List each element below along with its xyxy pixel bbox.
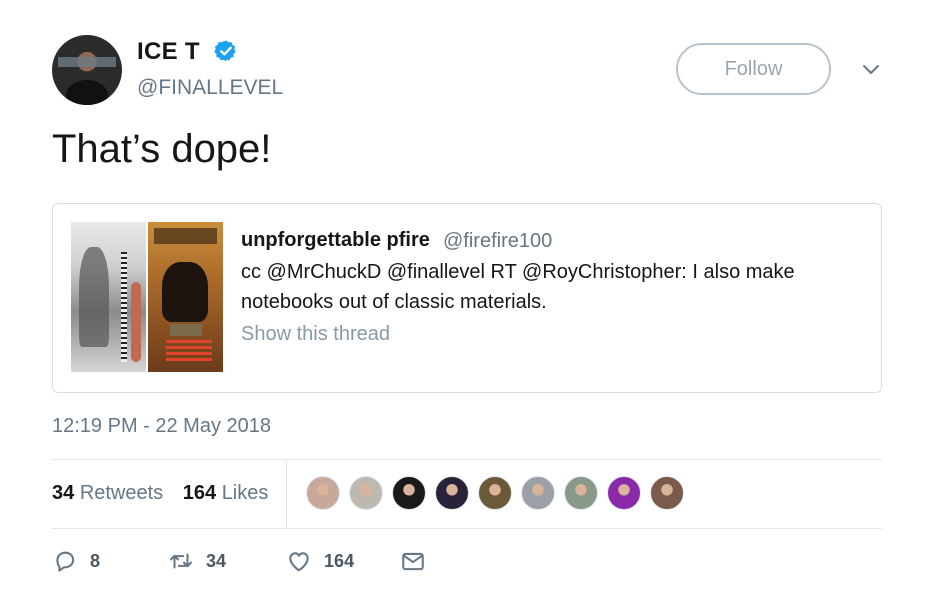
direct-message-button[interactable] <box>400 548 426 574</box>
liker-avatar[interactable] <box>607 476 641 510</box>
author-handle[interactable]: @FINALLEVEL <box>137 76 283 100</box>
liker-avatar[interactable] <box>392 476 426 510</box>
quoted-author-name: unpforgettable pfire <box>241 229 430 251</box>
follow-button[interactable]: Follow <box>676 43 831 95</box>
reply-button[interactable]: 8 <box>52 548 100 574</box>
divider <box>52 528 882 529</box>
quoted-image-notebook-2[interactable] <box>148 222 223 372</box>
chevron-down-icon[interactable] <box>861 60 881 80</box>
quoted-author-handle: @firefire100 <box>443 230 553 252</box>
tweet-timestamp[interactable]: 12:19 PM - 22 May 2018 <box>52 415 271 438</box>
divider <box>52 459 882 460</box>
retweets-stat[interactable]: 34 Retweets <box>52 482 163 504</box>
retweet-button[interactable]: 34 <box>168 548 226 574</box>
reply-count: 8 <box>90 550 101 571</box>
retweet-count: 34 <box>206 550 227 571</box>
liker-avatar[interactable] <box>435 476 469 510</box>
show-thread-link[interactable]: Show this thread <box>241 323 390 346</box>
liker-avatars <box>306 476 693 510</box>
liker-avatar[interactable] <box>564 476 598 510</box>
verified-badge-icon <box>214 40 236 62</box>
liker-avatar[interactable] <box>650 476 684 510</box>
engagement-stats: 34 Retweets 164 Likes <box>52 482 268 505</box>
tweet-text: That’s dope! <box>52 127 272 171</box>
reply-icon <box>56 551 75 572</box>
liker-avatar[interactable] <box>521 476 555 510</box>
like-button[interactable]: 164 <box>286 548 354 574</box>
divider <box>286 460 287 528</box>
author-name[interactable]: ICE T <box>137 38 200 66</box>
tweet-actions: 8 34 164 <box>52 548 426 574</box>
liker-avatar[interactable] <box>306 476 340 510</box>
envelope-icon <box>402 552 424 571</box>
retweet-icon <box>170 553 193 569</box>
liker-avatar[interactable] <box>349 476 383 510</box>
likes-stat[interactable]: 164 Likes <box>183 482 269 504</box>
author-avatar[interactable] <box>52 35 122 105</box>
heart-icon <box>289 552 309 572</box>
quoted-tweet-text: cc @MrChuckD @finallevel RT @RoyChristop… <box>241 261 795 313</box>
liker-avatar[interactable] <box>478 476 512 510</box>
like-count: 164 <box>324 550 355 571</box>
quoted-tweet[interactable]: unpforgettable pfire @firefire100 cc @Mr… <box>52 203 882 393</box>
quoted-image-notebook-1[interactable] <box>71 222 146 372</box>
